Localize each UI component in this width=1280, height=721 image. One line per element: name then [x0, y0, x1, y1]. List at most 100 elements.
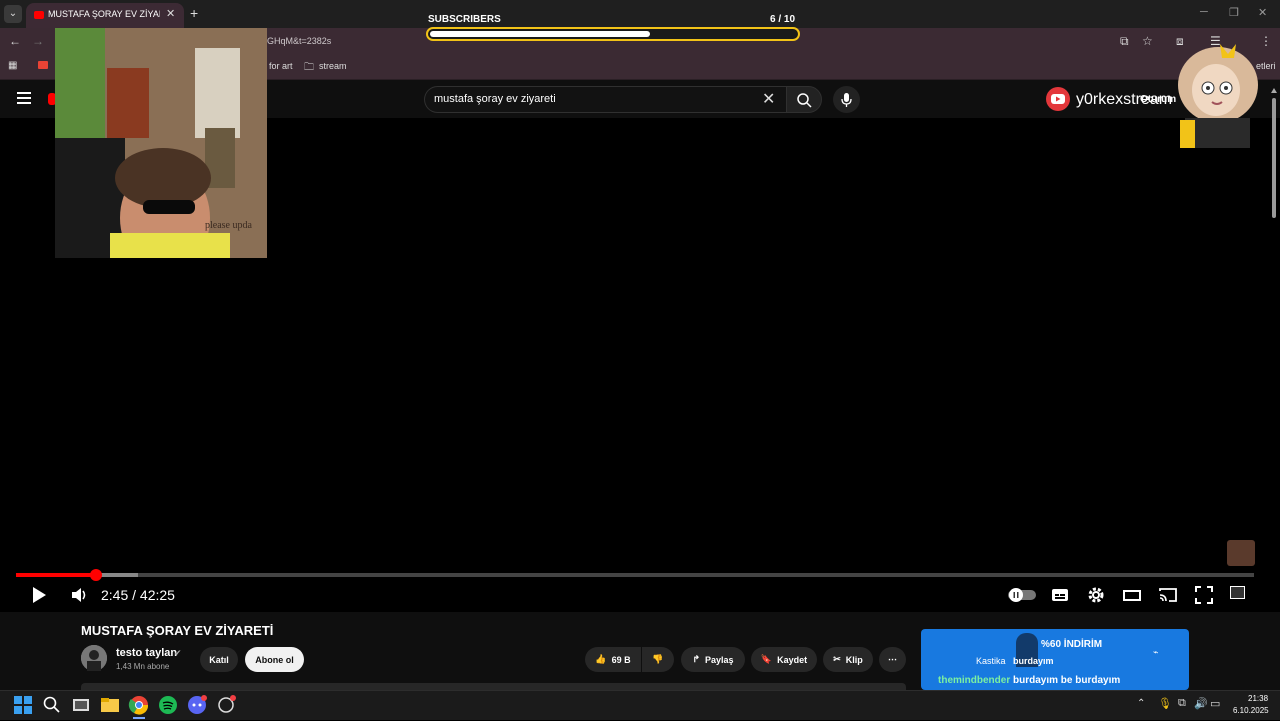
minimize-icon[interactable]: ─ [1200, 6, 1208, 18]
play-icon [33, 587, 46, 603]
file-explorer-icon[interactable] [99, 694, 121, 716]
subtitles-icon [1052, 589, 1068, 601]
microphone-tray-icon[interactable]: 🎙 [1158, 697, 1172, 710]
ad-tagline: burdayım [1013, 656, 1054, 666]
tab-title: MUSTAFA ŞORAY EV ZİYARETİ - [48, 9, 160, 19]
thumbs-up-icon: 👍 [595, 654, 607, 664]
new-tab-button[interactable]: + [190, 5, 198, 21]
hamburger-menu-icon[interactable] [17, 92, 31, 104]
subscriber-goal-count: 6 / 10 [770, 14, 796, 25]
channel-name[interactable]: testo taylan [116, 647, 177, 659]
bookmark-stream[interactable]: stream [319, 61, 347, 71]
like-button[interactable]: 👍 69 B [585, 647, 641, 672]
maximize-icon[interactable]: ❐ [1229, 6, 1239, 19]
time-display: 2:45 / 42:25 [101, 587, 175, 603]
stream-channel-name: y0rkexstream [1076, 91, 1173, 108]
bookmark-for-art[interactable]: for art [269, 61, 293, 71]
share-button[interactable]: ↱ Paylaş [681, 647, 745, 672]
chat-message: burdayım be burdayım [1013, 675, 1121, 686]
cast-button[interactable] [1158, 586, 1178, 609]
subscriber-goal-fill [430, 31, 650, 37]
network-icon[interactable]: ⧉ [1178, 697, 1186, 710]
join-button[interactable]: Katıl [200, 647, 238, 672]
ad-logo-icon: ⌁ [1153, 647, 1159, 657]
tab-search-button[interactable]: ⌄ [4, 5, 22, 23]
task-view-icon[interactable] [70, 694, 92, 716]
search-taskbar-icon[interactable] [41, 694, 63, 716]
voice-search-button[interactable] [833, 86, 860, 113]
ad-brand-text: Kastika [976, 656, 1006, 666]
bookmark-icon: 🔖 [760, 654, 773, 664]
tab-close-icon[interactable]: ✕ [166, 7, 175, 20]
search-icon [797, 93, 812, 108]
fullscreen-icon [1195, 586, 1213, 604]
cast-icon [1159, 588, 1177, 602]
gear-icon [1088, 587, 1104, 603]
autoplay-icon [1008, 588, 1036, 602]
scrubber-handle[interactable] [90, 569, 103, 581]
like-count: 69 B [611, 654, 631, 665]
gmail-icon[interactable] [38, 61, 48, 69]
channel-subscriber-count: 1,43 Mn abone [116, 662, 170, 671]
bookmark-star-icon[interactable]: ☆ [1142, 34, 1153, 48]
progress-played [16, 573, 97, 577]
microphone-icon [841, 93, 852, 107]
channel-avatar[interactable] [81, 645, 107, 671]
volume-button[interactable] [70, 585, 90, 610]
taskbar-time[interactable]: 21:38 [1248, 694, 1268, 703]
subscribe-button[interactable]: Abone ol [245, 647, 304, 672]
stream-youtube-logo-icon [1046, 87, 1070, 111]
back-icon[interactable]: ← [9, 34, 21, 48]
search-button[interactable] [786, 86, 822, 113]
more-actions-button[interactable]: ⋯ [879, 647, 906, 672]
battery-icon[interactable]: ▭ [1210, 697, 1220, 710]
autoplay-toggle[interactable] [1008, 588, 1036, 607]
chrome-icon[interactable] [128, 694, 150, 716]
app-icon[interactable] [215, 694, 237, 716]
spotify-icon[interactable] [157, 694, 179, 716]
description-box[interactable] [81, 683, 906, 690]
volume-tray-icon[interactable]: 🔊 [1194, 697, 1208, 710]
active-tab[interactable]: MUSTAFA ŞORAY EV ZİYARETİ - ✕ [26, 3, 184, 28]
tray-overflow-icon[interactable]: ⌃ [1137, 698, 1145, 709]
page-scrollbar[interactable] [1270, 84, 1278, 220]
theater-mode-button[interactable] [1123, 588, 1141, 607]
clip-label: Klip [845, 654, 863, 665]
verified-badge-icon: ✔ [174, 648, 182, 658]
share-arrow-icon: ↱ [692, 654, 700, 664]
close-window-icon[interactable]: ✕ [1258, 6, 1267, 19]
install-app-icon[interactable]: ⧉ [1120, 34, 1129, 49]
subtitles-button[interactable] [1051, 587, 1069, 608]
ad-discount-text: %60 İNDİRİM [1041, 639, 1103, 650]
play-button[interactable] [30, 585, 48, 610]
video-title: MUSTAFA ŞORAY EV ZİYARETİ [81, 623, 274, 638]
volume-icon [72, 588, 86, 602]
clear-search-icon[interactable]: ✕ [762, 89, 775, 109]
discord-icon[interactable] [186, 694, 208, 716]
windows-start-icon[interactable] [12, 694, 34, 716]
scissors-icon: ✂ [833, 654, 841, 664]
channel-watermark-icon[interactable] [1227, 540, 1255, 566]
save-label: Kaydet [777, 654, 808, 665]
subscriber-goal-label: SUBSCRIBERS [428, 14, 501, 25]
save-button[interactable]: 🔖 Kaydet [751, 647, 817, 672]
taskbar-date[interactable]: 6.10.2025 [1233, 706, 1269, 715]
theater-mode-icon [1123, 590, 1141, 601]
search-query-text: mustafa şoray ev ziyareti [434, 93, 556, 105]
folder-icon: 🗀 [304, 62, 314, 73]
chat-username: themindbender [938, 675, 1011, 686]
forward-icon[interactable]: → [32, 34, 44, 48]
webcam-caption: please upda [205, 220, 252, 231]
address-bar-url[interactable]: GHqM&t=2382s [267, 36, 331, 46]
thumbs-down-icon: 👎 [652, 654, 664, 664]
apps-grid-icon[interactable]: ▦ [8, 60, 17, 71]
clip-button[interactable]: ✂ Klip [823, 647, 873, 672]
more-dots-icon: ⋯ [888, 654, 897, 664]
settings-button[interactable] [1087, 586, 1105, 609]
subscriber-goal-bar [426, 27, 800, 41]
progress-track[interactable] [16, 573, 1254, 577]
fullscreen-button[interactable] [1195, 586, 1213, 609]
miniplayer-icon[interactable] [1230, 586, 1245, 599]
youtube-favicon-icon [34, 11, 44, 19]
dislike-button[interactable]: 👎 [642, 647, 674, 672]
